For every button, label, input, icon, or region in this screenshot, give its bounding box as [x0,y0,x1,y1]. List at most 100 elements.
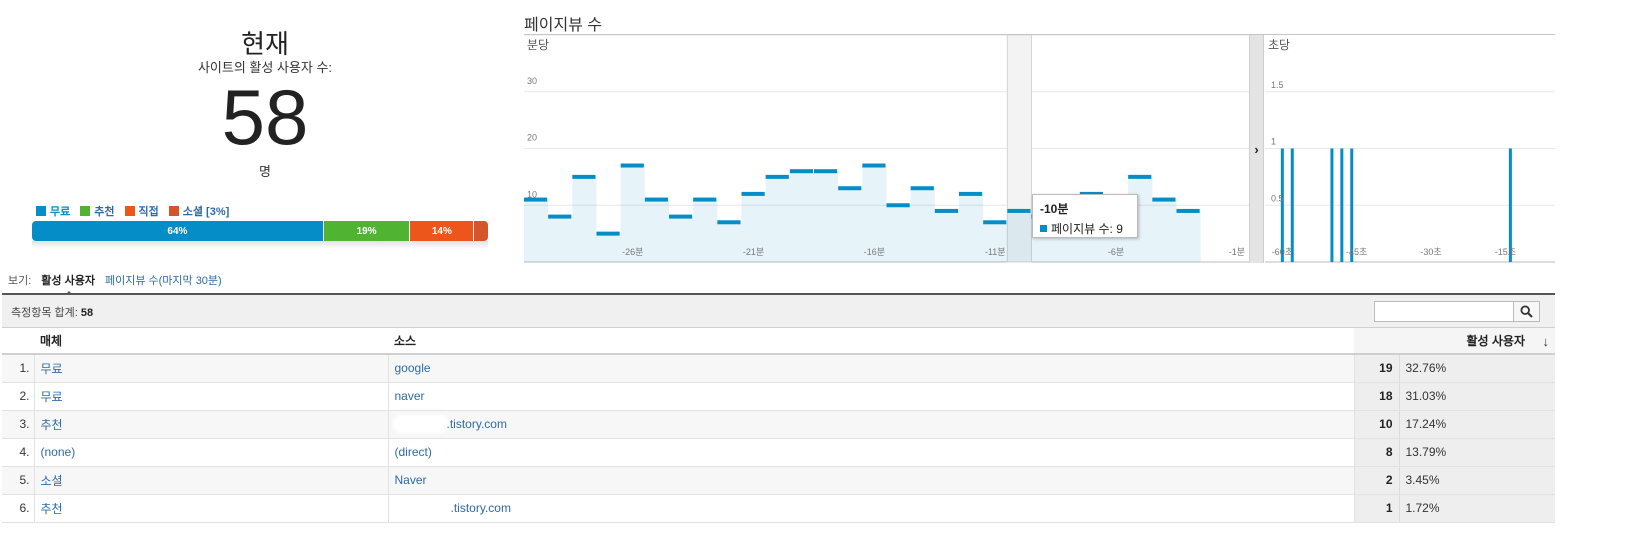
x-tick-label: -16분 [864,247,885,257]
minute-bar[interactable] [596,231,620,236]
x-tick-label: -11분 [985,247,1006,257]
redacted-text [394,417,447,432]
table-body: 1. 무료 google 19 32.76% 2. 무료 naver 18 31.03% 3. 추천.… [2,354,1556,523]
minute-bar[interactable] [789,169,813,174]
row-index: 4. [2,438,35,467]
minute-bar[interactable] [1128,174,1152,179]
row-source-link[interactable]: (direct) [388,438,1355,467]
minute-bar[interactable] [572,174,596,179]
tab-active-users[interactable]: 활성 사용자 [41,272,95,297]
per-minute-chart-svg: 10 20 30 -26분 -21분 -16분 -11분 -6분 -1분 분당 [524,35,1249,263]
col-header-medium[interactable]: 매체 [34,328,388,355]
table-row: 2. 무료 naver 18 31.03% [2,382,1556,411]
minute-bar-area [886,205,911,262]
row-medium-link[interactable]: (none) [34,438,389,467]
col-header-active-users[interactable]: 활성 사용자 ↓ [1354,328,1556,355]
minute-bar-area [1152,199,1177,262]
y-tick-label: 0.5 [1271,193,1284,203]
minute-bar-area [669,216,694,262]
row-index: 1. [2,354,35,383]
second-bar[interactable] [1290,148,1294,263]
col-header-source[interactable]: 소스 [388,328,1354,355]
minute-bar[interactable] [669,214,693,219]
second-bar[interactable] [1508,148,1512,263]
minute-bar[interactable] [959,191,983,196]
row-medium-link[interactable]: 무료 [34,354,389,383]
minute-bar[interactable] [644,197,668,202]
table-row: 6. 추천 .tistory.com 1 1.72% [2,494,1556,523]
search-button[interactable] [1514,301,1540,322]
minute-bar-area [838,188,863,262]
minute-bar[interactable] [620,163,644,168]
tooltip-row: 페이지뷰 수: 9 [1040,220,1130,237]
row-medium-link[interactable]: 무료 [34,382,389,411]
y-tick-label: 1 [1271,137,1276,147]
legend-item-referral: 추천 [80,203,115,219]
minute-bar[interactable] [1152,197,1176,202]
row-active-users-percent: 32.76% [1399,354,1556,383]
second-bar[interactable] [1340,148,1344,263]
minute-bar[interactable] [717,220,741,225]
legend-item-social: 소셜 [3%] [168,203,229,219]
y-tick-label: 10 [527,189,537,199]
row-active-users: 19 [1354,354,1400,383]
minute-bar[interactable] [548,214,572,219]
medium-share-bar: 64% 19% 14% [32,221,488,241]
metric-summary-label: 측정항목 합계: [11,307,78,319]
search-icon [1520,305,1533,318]
row-source-link[interactable]: google [388,354,1355,383]
x-tick-label: -60초 [1272,247,1293,257]
active-users-count: 58 [221,73,309,161]
x-tick-label: -6분 [1108,247,1124,257]
row-source-link[interactable]: .tistory.com [388,494,1355,523]
search-input[interactable] [1374,301,1514,322]
second-bar[interactable] [1350,148,1354,263]
second-bar[interactable] [1280,148,1284,263]
row-medium-link[interactable]: 소셜 [34,466,389,495]
minute-bar[interactable] [934,208,958,213]
minute-bar[interactable] [1007,208,1031,213]
per-second-chart: 0.5 1 1.5 -60초 -45초 -30초 -15초 초당 [1265,35,1555,263]
share-segment-organic: 64% [32,221,324,241]
row-active-users-percent: 1.72% [1399,494,1556,523]
minute-bar[interactable] [693,197,717,202]
minute-bar-area [934,210,959,262]
minute-bar[interactable] [741,191,765,196]
sort-down-icon[interactable]: ↓ [1543,334,1550,349]
row-source-link[interactable]: .tistory.com [388,410,1355,439]
second-bar[interactable] [1330,148,1334,263]
table-row: 5. 소셜 Naver 2 3.45% [2,466,1556,495]
minute-bar[interactable] [983,220,1007,225]
table-row: 3. 추천 .tistory.com 10 17.24% [2,410,1556,439]
row-source-link[interactable]: naver [388,382,1355,411]
row-source-text: .tistory.com [450,500,511,515]
share-segment-referral: 19% [323,221,411,241]
minute-bar[interactable] [886,203,910,208]
tab-active-users-label: 활성 사용자 [41,275,95,287]
share-segment-direct: 14% [410,221,475,241]
minute-bar[interactable] [1176,208,1200,213]
row-medium-link[interactable]: 추천 [34,494,389,523]
minute-bar[interactable] [910,186,934,191]
minute-bar[interactable] [765,174,789,179]
minute-bar[interactable] [862,163,886,168]
tooltip-text: 페이지뷰 수: 9 [1051,222,1123,236]
minute-bar-area [524,199,549,262]
x-tick-label: -26분 [622,247,643,257]
sources-table-panel: 측정항목 합계: 58 매체 소스 활성 사용자 ↓ 1. 무료 google … [2,293,1556,523]
per-second-label: 초당 [1268,38,1290,52]
row-index: 2. [2,382,35,411]
tab-pageviews[interactable]: 페이지뷰 수(마지막 30분) [105,272,222,288]
row-medium-link[interactable]: 추천 [34,410,389,439]
row-source-link[interactable]: Naver [388,466,1355,495]
share-segment-social [474,221,488,241]
chevron-right-icon[interactable]: › [1249,140,1264,158]
row-active-users-percent: 31.03% [1399,382,1556,411]
y-tick-label: 20 [527,133,537,143]
minute-bar[interactable] [814,169,838,174]
chart-tooltip: -10분 페이지뷰 수: 9 [1032,194,1138,238]
minute-bar-area [1007,210,1032,262]
minute-bar[interactable] [838,186,862,191]
legend-label: 직접 [138,206,159,218]
col-header-index [2,328,34,355]
